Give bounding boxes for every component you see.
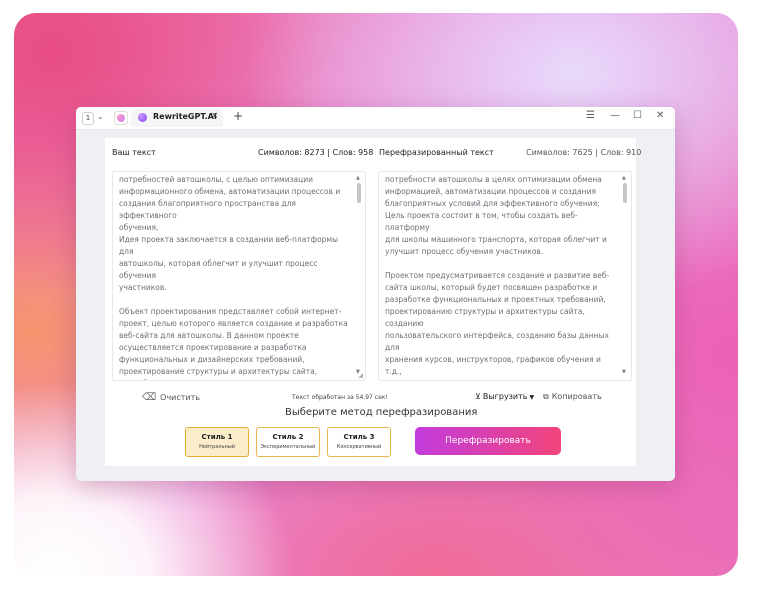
scroll-up-icon[interactable]: ▲ [622,175,626,181]
copy-label: Копировать [551,392,602,401]
copy-icon: ⧉ [543,392,549,401]
tab-count-badge[interactable]: 1 [82,112,94,125]
input-title: Ваш текст [112,148,156,157]
maximize-icon[interactable]: ☐ [633,110,642,121]
chevron-down-icon: ▼ [529,394,535,401]
scroll-down-icon[interactable]: ▼ [622,369,626,375]
minimize-icon[interactable]: — [610,110,620,121]
eraser-icon: ⌫ [142,392,157,403]
close-window-icon[interactable]: ✕ [656,110,664,121]
copy-button[interactable]: ⧉ Копировать [543,392,602,402]
new-tab-icon[interactable]: + [233,109,243,123]
input-paragraph: Объект проектирования представляет собой… [119,307,348,380]
output-paragraph: потребности автошколы в целях оптимизаци… [385,175,607,256]
style-desc: Экспериментальный [260,444,316,450]
close-tab-icon[interactable]: × [211,111,219,121]
menu-icon[interactable]: ☰ [586,110,595,121]
tab-title: RewriteGPT.AI [153,112,217,121]
input-textarea[interactable]: потребностей автошколы, с целью оптимиза… [112,171,366,381]
output-paragraph: Проектом предусматривается создание и ра… [385,271,610,380]
app-logo-icon [114,111,128,125]
method-title: Выберите метод перефразирования [285,407,478,418]
export-button[interactable]: ⊻ Выгрузить ▼ [475,392,534,401]
style-desc: Консервативный [336,444,382,450]
scroll-up-icon[interactable]: ▲ [356,175,360,181]
resize-handle-icon[interactable]: ◢ [358,372,363,379]
clear-button[interactable]: ⌫ Очистить [142,392,200,403]
app-window: 1 ⌄ RewriteGPT.AI × + ☰ — ☐ ✕ Ваш текст … [76,107,675,481]
export-label: Выгрузить [482,392,528,401]
paraphrase-button[interactable]: Перефразировать [415,427,561,455]
title-bar: 1 ⌄ RewriteGPT.AI × + ☰ — ☐ ✕ [76,107,675,130]
rewriter-panel: Ваш текст Символов: 8273 | Слов: 958 Пер… [105,138,641,466]
style-desc: Нейтральный [199,444,235,450]
scroll-thumb[interactable] [357,183,361,203]
output-title: Перефразированный текст [379,148,494,157]
download-icon: ⊻ [475,392,481,401]
output-stats: Символов: 7625 | Слов: 910 [526,148,642,157]
style-name: Стиль 3 [343,433,375,441]
input-stats: Символов: 8273 | Слов: 958 [258,148,374,157]
style-name: Стиль 2 [272,433,304,441]
chevron-down-icon[interactable]: ⌄ [97,112,104,121]
input-text: потребностей автошколы, с целью оптимиза… [119,174,351,380]
output-textarea[interactable]: потребности автошколы в целях оптимизаци… [378,171,632,381]
tab-rewritegpt[interactable]: RewriteGPT.AI × [131,109,223,127]
style-3-button[interactable]: Стиль 3 Консервативный [327,427,391,457]
style-name: Стиль 1 [201,433,233,441]
output-text: потребности автошколы в целях оптимизаци… [385,174,617,380]
input-paragraph: потребностей автошколы, с целью оптимиза… [119,175,341,292]
processing-status: Текст обработан за 54.97 сек! [292,394,388,401]
clear-label: Очистить [160,393,200,402]
scroll-thumb[interactable] [623,183,627,203]
tab-favicon-icon [138,113,147,122]
style-2-button[interactable]: Стиль 2 Экспериментальный [256,427,320,457]
style-1-button[interactable]: Стиль 1 Нейтральный [185,427,249,457]
output-scrollbar[interactable]: ▲ ▼ [621,175,629,375]
input-scrollbar[interactable]: ▲ ▼ [355,175,363,375]
